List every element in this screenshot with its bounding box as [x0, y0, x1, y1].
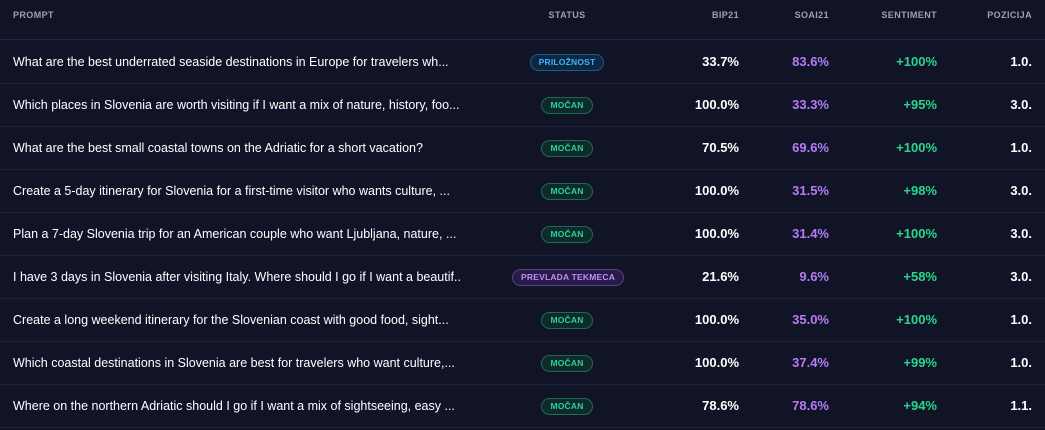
bip21-value: 100.0%: [694, 226, 739, 241]
prompt-table: PROMPT STATUS BIP21 SOAI21 SENTIMENT POZ…: [0, 0, 1045, 430]
table-row[interactable]: What are the best underrated seaside des…: [0, 41, 1045, 84]
bip21-value: 100.0%: [694, 355, 739, 370]
status-badge: MOČAN: [541, 355, 593, 372]
status-cell: PRILOŽNOST: [512, 41, 622, 83]
soai21-value: 37.4%: [792, 355, 829, 370]
status-cell: MOČAN: [512, 385, 622, 427]
status-badge: PREVLADA TEKMECA: [512, 269, 625, 286]
pozicija-value: 1.0.: [1010, 140, 1032, 155]
bip21-value: 33.7%: [702, 54, 739, 69]
column-header-status[interactable]: STATUS: [512, 10, 622, 20]
status-badge: MOČAN: [541, 140, 593, 157]
table-row[interactable]: Create a 5-day itinerary for Slovenia fo…: [0, 170, 1045, 213]
status-cell: MOČAN: [512, 170, 622, 212]
sentiment-value: +99%: [903, 355, 937, 370]
prompt-text: What are the best small coastal towns on…: [13, 141, 423, 155]
soai21-value: 31.4%: [792, 226, 829, 241]
prompt-text: I have 3 days in Slovenia after visiting…: [13, 270, 461, 284]
column-header-bip21[interactable]: BIP21: [712, 10, 739, 20]
status-badge: MOČAN: [541, 398, 593, 415]
sentiment-value: +100%: [896, 140, 937, 155]
table-row[interactable]: I have 3 days in Slovenia after visiting…: [0, 256, 1045, 299]
status-badge: MOČAN: [541, 183, 593, 200]
table-row[interactable]: What are the best small coastal towns on…: [0, 127, 1045, 170]
sentiment-value: +95%: [903, 97, 937, 112]
soai21-value: 35.0%: [792, 312, 829, 327]
prompt-text: Which coastal destinations in Slovenia a…: [13, 356, 455, 370]
soai21-value: 83.6%: [792, 54, 829, 69]
sentiment-value: +98%: [903, 183, 937, 198]
status-badge: MOČAN: [541, 226, 593, 243]
status-badge: MOČAN: [541, 97, 593, 114]
table-row[interactable]: Which coastal destinations in Slovenia a…: [0, 342, 1045, 385]
column-header-pozicija[interactable]: POZICIJA: [987, 10, 1032, 20]
column-header-soai21[interactable]: SOAI21: [795, 10, 829, 20]
pozicija-value: 1.0.: [1010, 355, 1032, 370]
sentiment-value: +58%: [903, 269, 937, 284]
soai21-value: 78.6%: [792, 398, 829, 413]
column-header-sentiment[interactable]: SENTIMENT: [881, 10, 937, 20]
table-row[interactable]: Plan a 7-day Slovenia trip for an Americ…: [0, 213, 1045, 256]
status-cell: MOČAN: [512, 84, 622, 126]
pozicija-value: 3.0.: [1010, 97, 1032, 112]
soai21-value: 33.3%: [792, 97, 829, 112]
pozicija-value: 1.0.: [1010, 54, 1032, 69]
pozicija-value: 3.0.: [1010, 183, 1032, 198]
table-row[interactable]: Where on the northern Adriatic should I …: [0, 385, 1045, 428]
prompt-text: Plan a 7-day Slovenia trip for an Americ…: [13, 227, 457, 241]
soai21-value: 9.6%: [799, 269, 829, 284]
status-badge: MOČAN: [541, 312, 593, 329]
pozicija-value: 1.0.: [1010, 312, 1032, 327]
prompt-text: What are the best underrated seaside des…: [13, 55, 449, 69]
soai21-value: 69.6%: [792, 140, 829, 155]
prompt-text: Create a 5-day itinerary for Slovenia fo…: [13, 184, 450, 198]
column-header-prompt[interactable]: PROMPT: [13, 10, 54, 20]
sentiment-value: +94%: [903, 398, 937, 413]
status-cell: PREVLADA TEKMECA: [512, 256, 625, 298]
sentiment-value: +100%: [896, 312, 937, 327]
bip21-value: 70.5%: [702, 140, 739, 155]
soai21-value: 31.5%: [792, 183, 829, 198]
table-row[interactable]: Create a long weekend itinerary for the …: [0, 299, 1045, 342]
status-cell: MOČAN: [512, 127, 622, 169]
status-cell: MOČAN: [512, 213, 622, 255]
table-row[interactable]: Which places in Slovenia are worth visit…: [0, 84, 1045, 127]
pozicija-value: 1.1.: [1010, 398, 1032, 413]
sentiment-value: +100%: [896, 226, 937, 241]
table-header: PROMPT STATUS BIP21 SOAI21 SENTIMENT POZ…: [0, 0, 1045, 40]
bip21-value: 100.0%: [694, 312, 739, 327]
pozicija-value: 3.0.: [1010, 269, 1032, 284]
bip21-value: 100.0%: [694, 183, 739, 198]
bip21-value: 78.6%: [702, 398, 739, 413]
prompt-text: Create a long weekend itinerary for the …: [13, 313, 449, 327]
status-cell: MOČAN: [512, 299, 622, 341]
status-cell: MOČAN: [512, 342, 622, 384]
bip21-value: 100.0%: [694, 97, 739, 112]
status-badge: PRILOŽNOST: [529, 54, 605, 71]
prompt-text: Which places in Slovenia are worth visit…: [13, 98, 460, 112]
sentiment-value: +100%: [896, 54, 937, 69]
pozicija-value: 3.0.: [1010, 226, 1032, 241]
prompt-text: Where on the northern Adriatic should I …: [13, 399, 455, 413]
bip21-value: 21.6%: [702, 269, 739, 284]
